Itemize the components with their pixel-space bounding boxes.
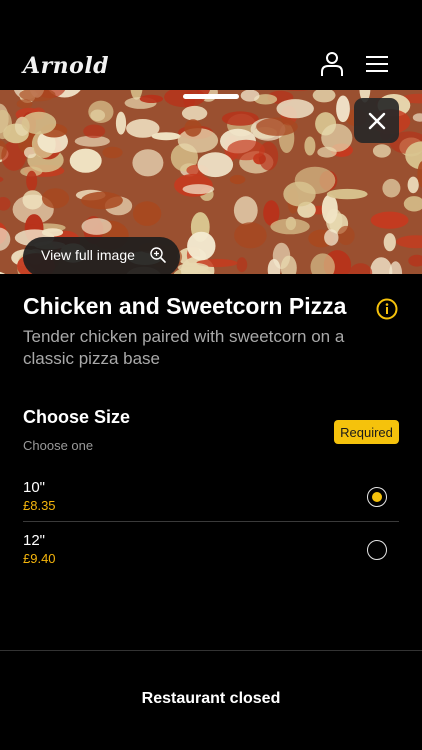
size-section-title: Choose Size — [23, 407, 131, 427]
app-header: Arnold — [0, 0, 422, 90]
size-option-label: 12" — [23, 532, 46, 549]
user-icon — [321, 52, 343, 76]
divider — [23, 521, 399, 522]
size-radio[interactable] — [367, 540, 387, 560]
product-description: Tender chicken paired with sweetcorn on … — [23, 327, 345, 368]
size-option-10[interactable]: 10" £8.35 — [23, 479, 399, 531]
required-badge: Required — [334, 420, 399, 444]
menu-button[interactable] — [363, 50, 391, 78]
footer-divider — [0, 650, 422, 651]
size-section-subtitle: Choose one — [23, 438, 94, 453]
account-button[interactable] — [318, 50, 346, 78]
product-image[interactable]: View full image — [0, 90, 422, 274]
restaurant-status: Restaurant closed — [141, 690, 281, 707]
hamburger-menu-icon — [366, 56, 388, 72]
size-option-price: £9.40 — [23, 551, 56, 566]
zoom-in-icon — [150, 247, 166, 263]
close-icon — [368, 112, 385, 129]
view-full-image-label: View full image — [41, 247, 135, 263]
size-radio[interactable] — [367, 487, 387, 507]
brand-logo[interactable]: Arnold — [23, 53, 109, 79]
info-button[interactable] — [376, 298, 398, 325]
close-button[interactable] — [354, 98, 399, 143]
product-title: Chicken and Sweetcorn Pizza — [23, 293, 347, 319]
size-option-price: £8.35 — [23, 498, 56, 513]
view-full-image-button[interactable]: View full image — [23, 237, 180, 274]
size-option-12[interactable]: 12" £9.40 — [23, 532, 399, 584]
size-option-label: 10" — [23, 479, 46, 496]
info-icon — [376, 298, 398, 320]
drag-handle[interactable] — [183, 94, 239, 99]
